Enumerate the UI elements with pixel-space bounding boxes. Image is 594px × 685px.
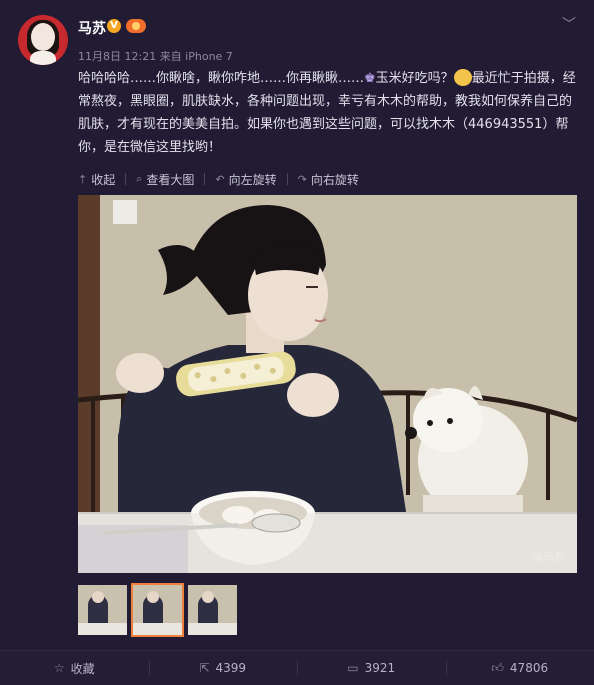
magnifier-icon: ⌕ bbox=[136, 172, 142, 186]
post-meta[interactable]: 11月8日 12:21 来自 iPhone 7 bbox=[78, 48, 233, 64]
comment-icon: ▭ bbox=[347, 661, 358, 675]
photo-watermark: @马苏 bbox=[532, 549, 565, 565]
post-text-part1: 哈哈哈哈……你瞅啥，瞅你咋地……你再瞅瞅…… bbox=[78, 71, 364, 86]
collapse-icon: ⇡ bbox=[78, 173, 87, 186]
thumbs-up-icon: 👍︎ bbox=[491, 661, 504, 676]
post-text: 哈哈哈哈……你瞅啥，瞅你咋地……你再瞅瞅……♚玉米好吃吗？最近忙于拍摄，经常熬夜… bbox=[78, 67, 578, 159]
member-badge-icon bbox=[126, 19, 146, 33]
cat-emoji-icon bbox=[454, 69, 472, 86]
crown-emoji-icon: ♚ bbox=[364, 71, 376, 86]
media-actions: ⇡ 收起 ⌕ 查看大图 ↶ 向左旋转 ↷ 向右旋转 bbox=[78, 170, 369, 188]
like-button[interactable]: 👍︎ 47806 bbox=[446, 651, 594, 685]
weibo-post-card: 马苏 V ﹀ 11月8日 12:21 来自 iPhone 7 哈哈哈哈……你瞅啥… bbox=[0, 0, 594, 684]
chevron-down-icon[interactable]: ﹀ bbox=[562, 14, 576, 34]
post-text-part2: 玉米好吃吗？ bbox=[376, 71, 454, 86]
rotate-right-icon: ↷ bbox=[298, 173, 307, 186]
view-large-button[interactable]: ⌕ 查看大图 bbox=[136, 170, 204, 188]
repost-button[interactable]: ⇱ 4399 bbox=[149, 651, 298, 685]
verified-badge-icon: V bbox=[107, 19, 121, 33]
comment-button[interactable]: ▭ 3921 bbox=[297, 651, 446, 685]
favorite-button[interactable]: ☆ 收藏 bbox=[0, 651, 149, 685]
photo-illustration bbox=[78, 195, 577, 573]
rotate-right-button[interactable]: ↷ 向右旋转 bbox=[298, 170, 369, 188]
post-photo[interactable]: @马苏 bbox=[78, 195, 577, 573]
thumbnail-1[interactable] bbox=[78, 585, 127, 635]
post-footer: ☆ 收藏 ⇱ 4399 ▭ 3921 👍︎ 47806 bbox=[0, 650, 594, 685]
share-icon: ⇱ bbox=[199, 661, 209, 675]
rotate-left-button[interactable]: ↶ 向左旋转 bbox=[215, 170, 286, 188]
thumbnail-2-selected[interactable] bbox=[133, 585, 182, 635]
thumbnail-strip bbox=[78, 585, 237, 635]
rotate-left-icon: ↶ bbox=[215, 173, 224, 186]
username[interactable]: 马苏 bbox=[78, 18, 106, 38]
thumbnail-3[interactable] bbox=[188, 585, 237, 635]
avatar[interactable] bbox=[18, 15, 68, 65]
collapse-button[interactable]: ⇡ 收起 bbox=[78, 170, 125, 188]
star-icon: ☆ bbox=[54, 661, 65, 675]
